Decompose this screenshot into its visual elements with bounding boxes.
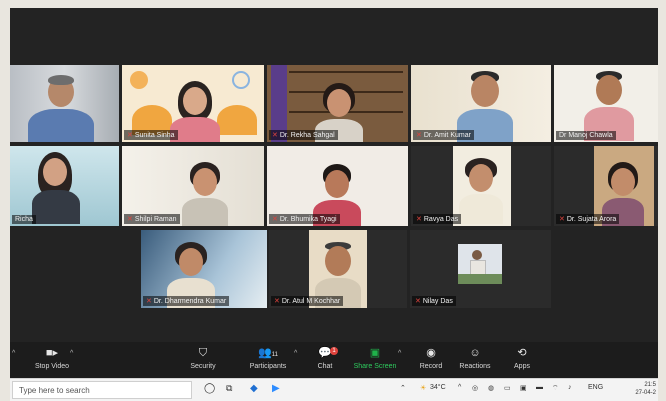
- participant-name-label: ✕ Dr. Dharmendra Kumar: [143, 296, 230, 306]
- chat-button[interactable]: 💬 1 Chat: [310, 345, 340, 377]
- chat-badge: 1: [330, 347, 338, 355]
- stop-video-button[interactable]: ■▸ Stop Video: [28, 345, 76, 377]
- folder-icon[interactable]: ▬: [536, 384, 543, 391]
- participants-icon: 👥11: [258, 347, 278, 359]
- participant-name-label: ✕ Shilpi Raman: [124, 214, 180, 224]
- participant-name-label: ✕ Dr. Sujata Arora: [556, 214, 620, 224]
- share-screen-button[interactable]: ▣ Share Screen: [350, 345, 400, 377]
- screen: ✕ Sunita Sinha ✕ Dr. Rekha Sahgal ✕ Dr. Ami…: [0, 0, 666, 401]
- task-view-icon[interactable]: ⧉: [226, 383, 232, 394]
- participant-name-label: ✕ Dr. Rekha Sahgal: [269, 130, 338, 140]
- display-icon[interactable]: ▣: [520, 384, 527, 392]
- participant-name-label: ✕ Sunita Sinha: [124, 130, 178, 140]
- taskbar-clock[interactable]: 21:5 27-04-2: [635, 381, 656, 397]
- reaction-emoji-icon: ☺: [469, 347, 481, 359]
- reactions-button[interactable]: ☺ Reactions: [456, 345, 494, 377]
- background-decoration: [130, 71, 148, 89]
- video-tile-8[interactable]: ✕ Dr. Bhumika Tyagi: [267, 146, 408, 226]
- profile-picture: [458, 244, 502, 284]
- video-tile-11[interactable]: ✕ Dr. Dharmendra Kumar: [141, 230, 267, 308]
- zoom-meeting-window: ✕ Sunita Sinha ✕ Dr. Rekha Sahgal ✕ Dr. Ami…: [10, 8, 658, 378]
- chevron-up-icon[interactable]: ^: [70, 350, 73, 357]
- edge-browser-icon[interactable]: ◆: [250, 383, 258, 394]
- participant-name-label: Dr Manoj Chawla: [556, 131, 616, 140]
- video-tile-2[interactable]: ✕ Sunita Sinha: [122, 65, 264, 142]
- video-tile-9[interactable]: ✕ Ravya Das: [411, 146, 551, 226]
- apps-button[interactable]: ⟲ Apps: [508, 345, 536, 377]
- chevron-up-icon[interactable]: ^: [294, 350, 297, 357]
- security-button[interactable]: ⛉ Security: [182, 345, 224, 377]
- weather-temperature[interactable]: 34°C: [430, 384, 446, 391]
- bookshelf-line: [289, 71, 403, 73]
- apps-icon: ⟲: [517, 347, 527, 359]
- chevron-up-icon[interactable]: ^: [12, 350, 15, 357]
- video-tile-5[interactable]: Dr Manoj Chawla: [554, 65, 658, 142]
- record-button[interactable]: ◉ Record: [414, 345, 448, 377]
- volume-icon[interactable]: ♪: [568, 384, 572, 391]
- video-tile-7[interactable]: ✕ Shilpi Raman: [122, 146, 264, 226]
- wifi-icon[interactable]: ⌔: [552, 384, 559, 393]
- weather-icon: ☀: [420, 385, 427, 392]
- chevron-up-icon[interactable]: ^: [398, 350, 401, 357]
- network-icon[interactable]: ◎: [472, 384, 478, 392]
- video-tile-12[interactable]: ✕ Dr. Atul M Kochhar: [269, 230, 407, 308]
- windows-start-icon[interactable]: ◯: [204, 383, 215, 394]
- chevron-up-icon[interactable]: ⌃: [400, 384, 406, 392]
- clock-time: 21:5: [644, 382, 656, 388]
- participant-name-label: ✕ Nilay Das: [412, 296, 456, 306]
- video-tile-10[interactable]: ✕ Dr. Sujata Arora: [554, 146, 658, 226]
- language-indicator[interactable]: ENG: [588, 384, 603, 391]
- record-icon: ◉: [426, 347, 436, 359]
- video-tile-3[interactable]: ✕ Dr. Rekha Sahgal: [267, 65, 408, 142]
- clock-date: 27-04-2: [635, 390, 656, 396]
- participant-name-label: Richa: [12, 215, 36, 224]
- participant-name-label: ✕ Ravya Das: [413, 214, 462, 224]
- video-tile-13[interactable]: ✕ Nilay Das: [410, 230, 551, 308]
- meeting-toolbar: ^ ■▸ Stop Video ^ ⛉ Security 👥11 Partici…: [10, 342, 658, 378]
- app-tray-icon[interactable]: ◍: [488, 384, 494, 392]
- taskbar-search-box[interactable]: Type here to search: [12, 381, 192, 399]
- shield-icon: ⛉: [198, 347, 208, 359]
- participant-name-label: ✕ Dr. Bhumika Tyagi: [269, 214, 340, 224]
- video-tile-1[interactable]: [10, 65, 119, 142]
- windows-taskbar: Type here to search ◯ ⧉ ◆ ▶ ⌃ ☀ 34°C ^ ◎…: [10, 378, 658, 401]
- share-screen-icon: ▣: [369, 347, 381, 359]
- background-decoration: [232, 71, 250, 89]
- video-tile-4[interactable]: ✕ Dr. Amit Kumar: [411, 65, 551, 142]
- zoom-app-icon[interactable]: ▶: [272, 383, 280, 394]
- video-tile-6[interactable]: Richa: [10, 146, 119, 226]
- participant-name-label: ✕ Dr. Amit Kumar: [413, 130, 474, 140]
- participant-name-label: ✕ Dr. Atul M Kochhar: [271, 296, 344, 306]
- video-camera-icon: ■▸: [45, 347, 59, 359]
- participants-button[interactable]: 👥11 Participants: [242, 345, 294, 377]
- background-decoration: [217, 105, 257, 135]
- tray-expand-icon[interactable]: ^: [458, 384, 461, 391]
- battery-icon[interactable]: ▭: [504, 384, 511, 392]
